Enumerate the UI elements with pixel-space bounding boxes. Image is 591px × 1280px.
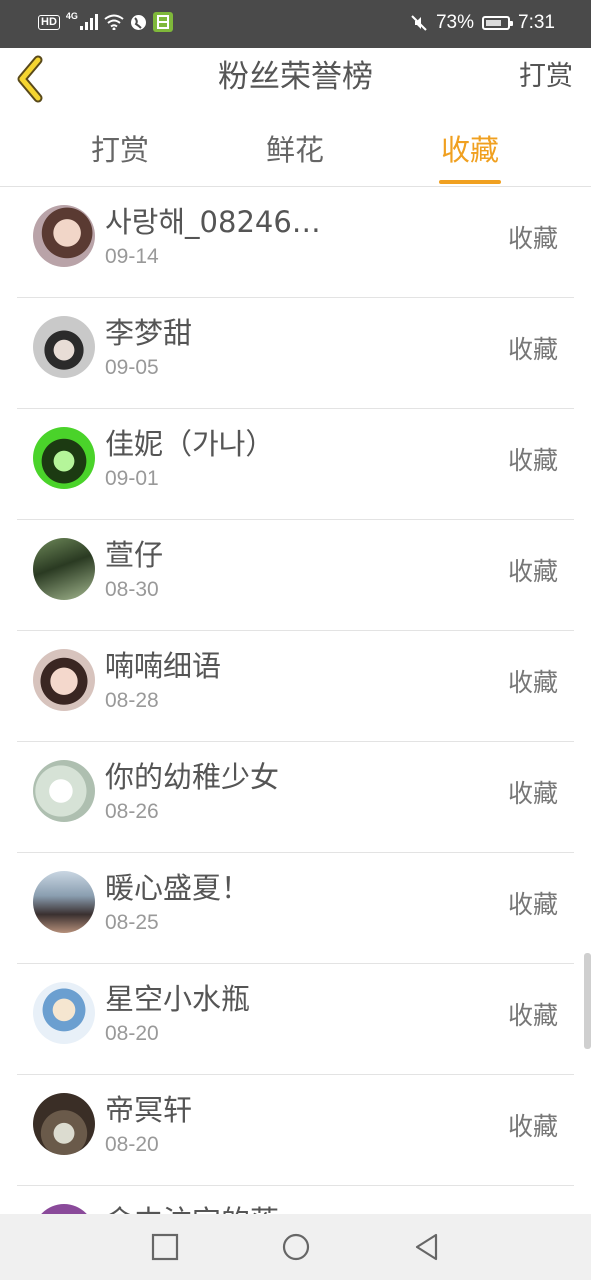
list-item[interactable]: 李梦甜 09-05 收藏 [17,298,574,409]
network-type: 4G [65,11,78,21]
battery-percent: 73% [435,12,475,33]
user-name: 佳妮（가나） [105,427,275,461]
avatar[interactable] [33,1093,95,1155]
browser-icon [130,14,146,30]
tab-favorites[interactable]: 收藏 [410,111,530,186]
tab-reward[interactable]: 打赏 [60,111,180,186]
list-item[interactable]: 喃喃细语 08-28 收藏 [17,631,574,742]
favorite-label: 收藏 [507,446,558,475]
hd-badge: HD [38,14,60,30]
signal-icon [79,14,98,30]
date: 08-25 [105,911,159,934]
avatar[interactable] [33,871,95,933]
avatar[interactable] [33,205,95,267]
back-nav-button[interactable] [412,1232,442,1262]
avatar[interactable] [33,760,95,822]
tab-bar: 打赏 鲜花 收藏 [0,111,591,187]
reward-button[interactable]: 打赏 [519,48,573,111]
avatar[interactable] [33,649,95,711]
triangle-icon [415,1233,438,1261]
list-item[interactable]: 帝冥轩 08-20 收藏 [17,1075,574,1186]
list-item[interactable]: 命中注定的落 [17,1186,574,1214]
avatar[interactable] [33,538,95,600]
home-button[interactable] [281,1232,311,1262]
circle-icon [282,1233,310,1261]
date: 09-01 [105,467,159,490]
date: 08-30 [105,578,159,601]
date: 09-05 [105,356,159,379]
user-name: 命中注定的落 [105,1198,279,1214]
tab-label: 收藏 [440,133,499,167]
tab-label: 鲜花 [265,133,324,167]
user-name: 사랑해_082463... [105,205,335,239]
wifi-icon [104,14,124,30]
date: 08-26 [105,800,159,823]
user-name: 李梦甜 [105,316,193,350]
list-item[interactable]: 萱仔 08-30 收藏 [17,520,574,631]
list-item[interactable]: 你的幼稚少女 08-26 收藏 [17,742,574,853]
favorite-label: 收藏 [507,224,558,253]
clock: 7:31 [518,12,555,33]
recent-apps-button[interactable] [150,1232,180,1262]
favorite-label: 收藏 [507,890,558,919]
status-right: 73% 7:31 [410,12,555,34]
user-name: 你的幼稚少女 [105,760,280,794]
favorite-label: 收藏 [507,1112,558,1141]
user-name: 萱仔 [105,538,164,572]
page-title: 粉丝荣誉榜 [218,59,373,95]
fan-list[interactable]: 사랑해_082463... 09-14 收藏 李梦甜 09-05 收藏 佳妮（가… [0,187,591,1214]
user-name: 帝冥轩 [105,1093,193,1127]
favorite-label: 收藏 [507,1001,558,1030]
avatar[interactable] [33,316,95,378]
app-notification-icon [152,12,173,32]
scrollbar[interactable] [584,953,591,1049]
tab-flowers[interactable]: 鲜花 [235,111,355,186]
battery-icon [482,16,514,30]
avatar[interactable] [33,427,95,489]
mute-icon [411,15,427,31]
system-nav-bar [0,1214,591,1280]
active-tab-indicator [439,180,501,184]
date: 08-28 [105,689,159,712]
user-name: 暖心盛夏！ [105,871,251,905]
list-item[interactable]: 星空小水瓶 08-20 收藏 [17,964,574,1075]
date: 09-14 [105,245,159,268]
app-header: 粉丝荣誉榜 打赏 [0,48,591,112]
favorite-label: 收藏 [507,668,558,697]
list-item[interactable]: 사랑해_082463... 09-14 收藏 [17,187,574,298]
date: 08-20 [105,1133,159,1156]
user-name: 喃喃细语 [105,649,222,683]
square-icon [151,1233,179,1261]
list-item[interactable]: 佳妮（가나） 09-01 收藏 [17,409,574,520]
favorite-label: 收藏 [507,335,558,364]
list-item[interactable]: 暖心盛夏！ 08-25 收藏 [17,853,574,964]
favorite-label: 收藏 [507,557,558,586]
status-bar: HD 4G 73% 7:31 [0,0,591,48]
avatar[interactable] [33,982,95,1044]
user-name: 星空小水瓶 [105,982,251,1016]
status-left: HD 4G [38,11,173,32]
date: 08-20 [105,1022,159,1045]
avatar[interactable] [33,1204,95,1214]
favorite-label: 收藏 [507,779,558,808]
tab-label: 打赏 [90,133,149,167]
